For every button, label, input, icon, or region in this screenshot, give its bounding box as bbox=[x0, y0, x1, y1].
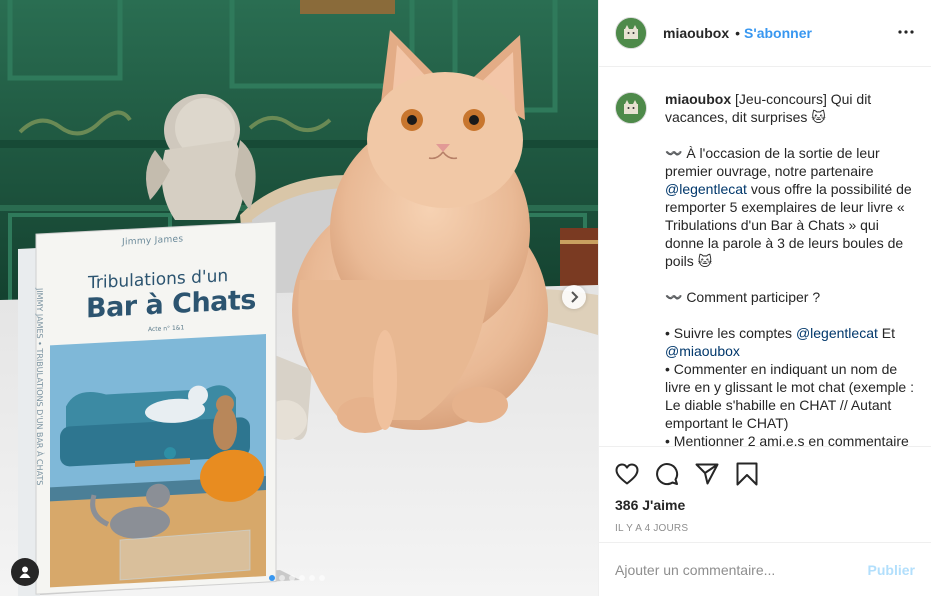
post-actions: 386 J'aime IL Y A 4 JOURS bbox=[599, 446, 931, 542]
heart-icon bbox=[615, 463, 639, 485]
post-header: miaoubox • S'abonner bbox=[599, 0, 931, 67]
comments-scroll-area[interactable]: miaoubox [Jeu-concours] Qui dit vacances… bbox=[599, 68, 931, 446]
separator-dot: • bbox=[735, 25, 741, 41]
miaoubox-logo-icon bbox=[616, 93, 646, 123]
carousel-dot bbox=[309, 575, 315, 581]
chevron-right-icon bbox=[571, 291, 579, 303]
carousel-dot bbox=[279, 575, 285, 581]
mention-link[interactable]: @legentlecat bbox=[796, 325, 878, 341]
caption-para1-text: 〰️ À l'occasion de la sortie de leur pre… bbox=[665, 145, 880, 179]
save-button[interactable] bbox=[735, 462, 759, 486]
carousel-dot-active bbox=[269, 575, 275, 581]
miaoubox-logo-icon bbox=[616, 18, 646, 48]
likes-count[interactable]: 386 J'aime bbox=[615, 497, 915, 513]
publish-button[interactable]: Publier bbox=[868, 562, 915, 578]
caption-bullet1-mid: Et bbox=[877, 325, 896, 341]
caption-comment: miaoubox [Jeu-concours] Qui dit vacances… bbox=[615, 90, 915, 446]
carousel-dot bbox=[319, 575, 325, 581]
caption-bullet1: • Suivre les comptes bbox=[665, 325, 796, 341]
follow-button[interactable]: S'abonner bbox=[744, 25, 812, 41]
action-icons-row bbox=[615, 447, 915, 497]
avatar[interactable] bbox=[615, 17, 647, 49]
post-timestamp[interactable]: IL Y A 4 JOURS bbox=[615, 523, 915, 534]
caption-username[interactable]: miaoubox bbox=[665, 91, 731, 107]
carousel-next-button[interactable] bbox=[562, 285, 586, 309]
paper-plane-icon bbox=[695, 463, 719, 485]
mention-link[interactable]: @legentlecat bbox=[665, 181, 747, 197]
bookmark-icon bbox=[736, 462, 758, 486]
caption-bullet2: • Commenter en indiquant un nom de livre… bbox=[665, 361, 914, 431]
caption-para2: 〰️ Comment participer ? bbox=[665, 289, 821, 305]
mention-link[interactable]: @miaoubox bbox=[665, 343, 740, 359]
comment-input[interactable] bbox=[615, 561, 868, 578]
more-options-button[interactable] bbox=[897, 22, 915, 42]
comment-bubble-icon bbox=[656, 463, 679, 486]
share-button[interactable] bbox=[695, 462, 719, 486]
user-tags-button[interactable] bbox=[11, 558, 39, 586]
like-button[interactable] bbox=[615, 462, 639, 486]
carousel-dot bbox=[289, 575, 295, 581]
header-username[interactable]: miaoubox bbox=[663, 25, 729, 41]
add-comment-section: Publier bbox=[599, 542, 931, 596]
carousel-dot bbox=[299, 575, 305, 581]
caption-avatar[interactable] bbox=[615, 92, 647, 124]
comment-button[interactable] bbox=[655, 462, 679, 486]
caption-text: miaoubox [Jeu-concours] Qui dit vacances… bbox=[665, 90, 915, 446]
carousel-indicator bbox=[269, 575, 325, 581]
book-spine-text: JIMMY JAMES • TRIBULATIONS D'UN BAR À CH… bbox=[35, 287, 44, 486]
book-cover: Jimmy James Tribulations d'un Bar à Chat… bbox=[30, 216, 276, 591]
book-author: Jimmy James bbox=[122, 234, 184, 248]
caption-bullet3: • Mentionner 2 ami.e.s en commentaire bbox=[665, 433, 909, 446]
post-photo[interactable]: Jimmy James Tribulations d'un Bar à Chat… bbox=[0, 0, 598, 596]
more-horizontal-icon bbox=[898, 30, 914, 34]
post-panel: miaoubox • S'abonner miaoubox [Jeu-conco… bbox=[598, 0, 931, 596]
person-icon bbox=[19, 566, 31, 578]
book-subtitle: Acte n° 1&1 bbox=[148, 324, 185, 334]
